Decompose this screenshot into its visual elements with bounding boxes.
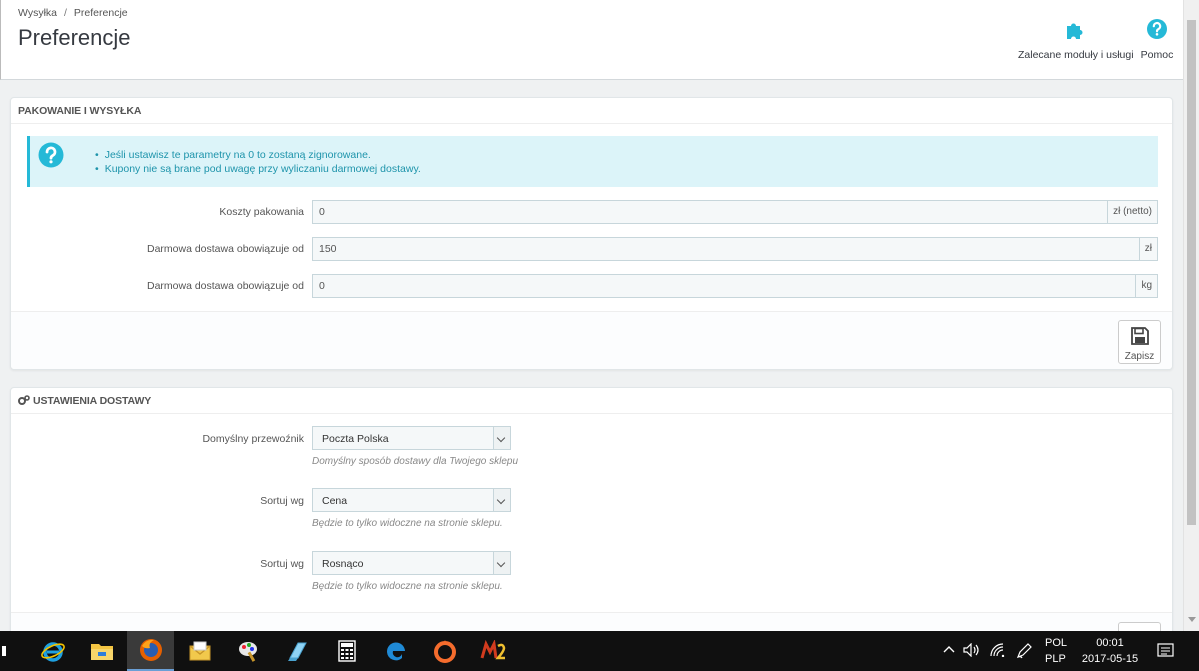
breadcrumb-parent[interactable]: Wysyłka [18, 7, 57, 19]
internet-explorer-icon[interactable] [29, 631, 76, 671]
save-icon [1119, 326, 1160, 349]
free-shipping-price-group: zł [312, 237, 1158, 261]
free-shipping-weight-addon: kg [1135, 274, 1158, 298]
sort-by-help: Będzie to tylko widoczne na stronie skle… [312, 518, 503, 529]
sort-by-label: Sortuj wg [260, 495, 304, 507]
file-explorer-icon[interactable] [78, 631, 125, 671]
clock-time: 00:01 [1096, 637, 1124, 649]
delivery-settings-panel: USTAWIENIA DOSTAWY Domyślny przewoźnik P… [10, 387, 1173, 638]
alert-item: Jeśli ustawisz te parametry na 0 to zost… [95, 148, 421, 162]
packaging-cost-addon: zł (netto) [1107, 200, 1158, 224]
language-indicator[interactable]: POL PLP [1045, 635, 1067, 671]
gears-icon [18, 395, 30, 408]
chevron-down-icon [493, 427, 510, 449]
puzzle-icon [1018, 18, 1132, 43]
sort-order-label: Sortuj wg [260, 558, 304, 570]
free-shipping-price-row: Darmowa dostawa obowiązuje od zł [11, 237, 1174, 261]
save-button[interactable]: Zapisz [1118, 320, 1161, 364]
clock-date: 2017-05-15 [1081, 653, 1139, 665]
pen-icon[interactable] [1016, 643, 1032, 662]
metin2-icon[interactable] [470, 631, 517, 671]
default-carrier-select[interactable]: Poczta Polska [312, 426, 511, 450]
delivery-settings-heading: USTAWIENIA DOSTAWY [11, 388, 1172, 414]
free-shipping-price-addon: zł [1138, 237, 1158, 261]
notepad-icon[interactable] [274, 631, 321, 671]
chevron-up-icon[interactable] [943, 643, 955, 658]
chevron-down-icon [493, 489, 510, 511]
help-icon [1138, 18, 1176, 43]
default-carrier-help: Domyślny sposób dostawy dla Twojego skle… [312, 456, 519, 467]
wifi-icon[interactable] [990, 643, 1006, 660]
free-shipping-weight-row: Darmowa dostawa obowiązuje od kg [11, 274, 1174, 298]
delivery-settings-heading-text: USTAWIENIA DOSTAWY [33, 395, 152, 407]
recommended-modules-label: Zalecane moduły i usługi [1018, 49, 1134, 61]
windows-taskbar: POL PLP 00:01 2017-05-15 [0, 631, 1199, 671]
recommended-modules-button[interactable]: Zalecane moduły i usługi [1018, 18, 1134, 61]
question-icon [38, 142, 64, 171]
free-shipping-weight-label: Darmowa dostawa obowiązuje od [146, 280, 304, 292]
language-code: POL [1045, 637, 1068, 649]
paint-icon[interactable] [225, 631, 272, 671]
free-shipping-price-label: Darmowa dostawa obowiązuje od [146, 243, 304, 255]
alert-list: Jeśli ustawisz te parametry na 0 to zost… [95, 148, 421, 176]
packaging-cost-row: Koszty pakowania zł (netto) [11, 200, 1174, 224]
free-shipping-weight-input[interactable] [312, 274, 1136, 298]
sort-order-help: Będzie to tylko widoczne na stronie skle… [312, 581, 503, 592]
help-label: Pomoc [1140, 49, 1174, 61]
packaging-panel-heading: PAKOWANIE I WYSYŁKA [11, 98, 1172, 124]
packaging-panel-footer: Zapisz [11, 311, 1172, 369]
save-label: Zapisz [1124, 351, 1155, 362]
edge-icon[interactable] [372, 631, 419, 671]
sort-by-select[interactable]: Cena [312, 488, 511, 512]
breadcrumb-separator: / [64, 7, 67, 19]
alert-item: Kupony nie są brane pod uwagę przy wylic… [95, 162, 421, 176]
sort-by-value: Cena [322, 495, 348, 507]
default-carrier-label: Domyślny przewoźnik [202, 433, 304, 445]
packaging-cost-input[interactable] [312, 200, 1108, 224]
chevron-down-icon [493, 552, 510, 574]
breadcrumb: Wysyłka / Preferencje [18, 7, 128, 19]
default-carrier-value: Poczta Polska [322, 433, 389, 445]
free-shipping-price-input[interactable] [312, 237, 1139, 261]
mail-icon[interactable] [176, 631, 223, 671]
sort-order-value: Rosnąco [322, 558, 364, 570]
firefox-icon[interactable] [127, 631, 174, 671]
page-title: Preferencje [18, 25, 131, 50]
packaging-cost-group: zł (netto) [312, 200, 1158, 224]
volume-icon[interactable] [963, 642, 981, 660]
breadcrumb-current: Preferencje [73, 7, 128, 19]
info-alert: Jeśli ustawisz te parametry na 0 to zost… [27, 136, 1158, 187]
keyboard-layout: PLP [1045, 653, 1066, 665]
scroll-down-arrow-icon[interactable] [1188, 617, 1196, 622]
scrollbar-thumb[interactable] [1187, 20, 1196, 525]
free-shipping-weight-group: kg [312, 274, 1158, 298]
packaging-cost-label: Koszty pakowania [219, 206, 304, 218]
calculator-icon[interactable] [323, 631, 370, 671]
page-header: Wysyłka / Preferencje Preferencje Zalecane… [0, 0, 1183, 80]
sort-order-select[interactable]: Rosnąco [312, 551, 511, 575]
page-scrollbar[interactable] [1183, 0, 1199, 631]
notifications-icon[interactable] [1157, 642, 1175, 663]
system-clock[interactable]: 00:01 2017-05-15 [1080, 635, 1140, 671]
origin-icon[interactable] [421, 631, 468, 671]
help-button[interactable]: Pomoc [1138, 18, 1176, 61]
packaging-panel: PAKOWANIE I WYSYŁKA Jeśli ustawisz te pa… [10, 97, 1173, 370]
start-button-partial[interactable] [0, 631, 14, 671]
